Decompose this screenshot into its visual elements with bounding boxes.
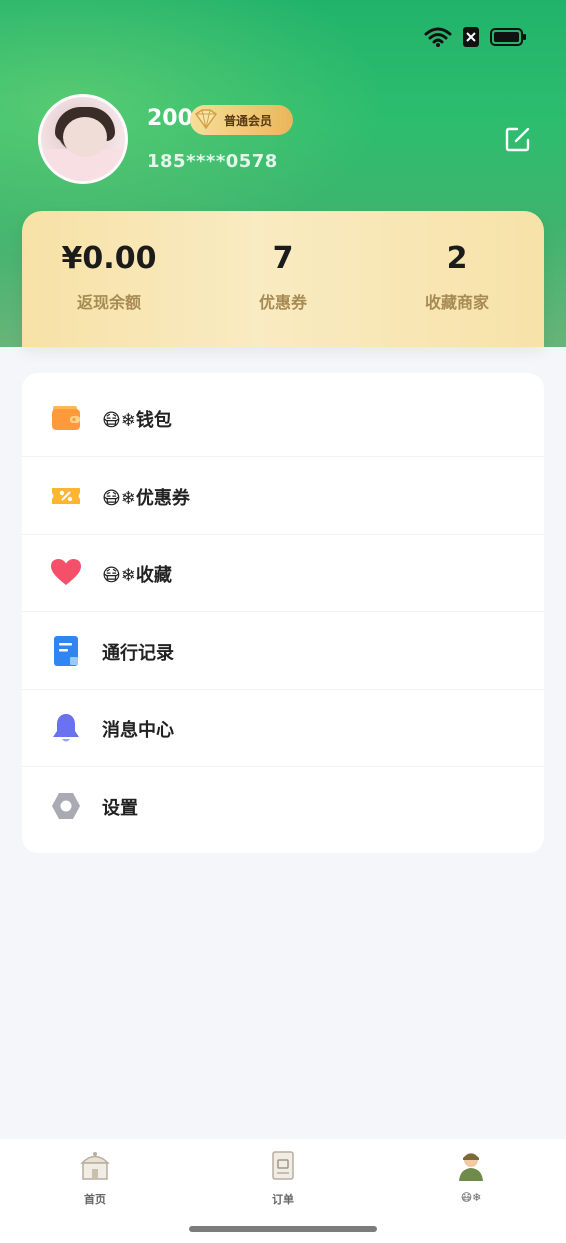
menu-label: 通行记录	[102, 643, 174, 664]
menu-item-wallet[interactable]: 😷❄钱包	[22, 380, 544, 457]
nickname: 200	[147, 106, 193, 131]
gear-icon	[52, 793, 80, 819]
stat-label: 优惠券	[258, 293, 307, 312]
stat-cashback[interactable]: ¥0.00 返现余额	[22, 241, 196, 313]
phone-number: 185****0578	[147, 151, 278, 172]
menu-label: 设置	[102, 798, 138, 819]
menu-label: 消息中心	[102, 720, 174, 741]
stat-value: 2	[446, 241, 468, 276]
wallet-icon	[52, 406, 80, 430]
avatar[interactable]	[38, 94, 128, 184]
member-level-label: 普通会员	[224, 114, 273, 128]
stat-favorite-merchants[interactable]: 2 收藏商家	[370, 241, 544, 313]
tab-label: 😷❄	[460, 1191, 482, 1204]
menu-item-messages[interactable]: 消息中心	[22, 690, 544, 767]
tab-label: 订单	[272, 1193, 294, 1206]
tab-label: 首页	[84, 1193, 106, 1206]
heart-icon	[51, 559, 81, 585]
home-indicator	[189, 1226, 377, 1232]
menu-item-favorites[interactable]: 😷❄收藏	[22, 535, 544, 612]
status-bar	[424, 26, 526, 48]
stat-label: 返现余额	[76, 293, 141, 312]
tab-home[interactable]: 首页	[35, 1149, 155, 1207]
diamond-icon	[194, 109, 218, 130]
menu-item-settings[interactable]: 设置	[22, 768, 544, 845]
stat-label: 收藏商家	[424, 293, 489, 312]
stat-coupons[interactable]: 7 优惠券	[196, 241, 370, 313]
document-icon	[54, 636, 78, 666]
stats-card: ¥0.00 返现余额 7 优惠券 2 收藏商家	[22, 211, 544, 347]
bell-icon	[53, 714, 79, 742]
menu-label: 😷❄收藏	[102, 565, 172, 586]
menu-card: 😷❄钱包 😷❄优惠券 😷❄收藏 通行记录 消息中心 设置	[22, 373, 544, 853]
stat-value: ¥0.00	[61, 241, 157, 276]
member-level-badge: 普通会员	[190, 105, 293, 135]
coupon-icon	[52, 488, 80, 504]
orders-icon	[272, 1151, 294, 1180]
edit-icon[interactable]	[505, 126, 531, 152]
menu-label: 😷❄钱包	[102, 410, 172, 431]
menu-item-records[interactable]: 通行记录	[22, 613, 544, 690]
menu-item-coupons[interactable]: 😷❄优惠券	[22, 458, 544, 535]
profile-icon	[459, 1153, 483, 1181]
tab-orders[interactable]: 订单	[223, 1149, 343, 1207]
menu-label: 😷❄优惠券	[102, 488, 190, 509]
tab-mine[interactable]: 😷❄	[411, 1149, 531, 1204]
sim-icon	[463, 27, 479, 47]
wifi-icon	[424, 27, 452, 47]
stat-value: 7	[272, 241, 294, 276]
battery-icon	[490, 28, 526, 46]
home-icon	[80, 1152, 110, 1180]
